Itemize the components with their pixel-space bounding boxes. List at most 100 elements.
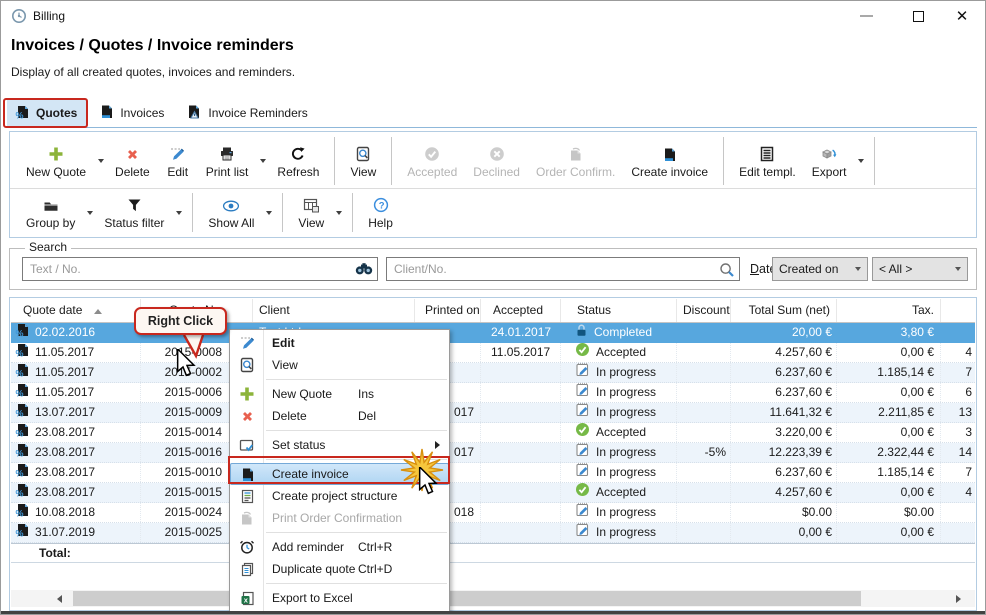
binoculars-icon[interactable]	[355, 262, 373, 281]
column-header-quote-date[interactable]: Quote date	[11, 299, 141, 322]
menu-item-new-quote[interactable]: New QuoteIns	[230, 383, 449, 405]
column-header-tax[interactable]: Tax.	[837, 299, 941, 322]
horizontal-scrollbar[interactable]	[11, 590, 975, 607]
refresh-button[interactable]: Refresh	[269, 134, 327, 188]
svg-text:%: %	[16, 111, 24, 120]
menu-item-duplicate-quote[interactable]: Duplicate quoteCtrl+D	[230, 558, 449, 580]
edit-templ-button[interactable]: Edit templ.	[731, 134, 804, 188]
scroll-left-button[interactable]	[51, 590, 68, 607]
delete-button[interactable]: Delete	[107, 134, 158, 188]
svg-text:%: %	[16, 329, 24, 338]
column-header-accepted[interactable]: Accepted	[481, 299, 561, 322]
dropdown-arrow-icon[interactable]	[172, 190, 185, 235]
check-circle-icon	[575, 483, 590, 502]
dropdown-arrow-icon[interactable]	[854, 134, 867, 188]
table-row[interactable]: %23.08.20172015-0010In progress6.237,60 …	[11, 463, 975, 483]
table-row[interactable]: %13.07.20172015-0009017In progress11.641…	[11, 403, 975, 423]
gray-doc-icon	[238, 509, 256, 527]
discount-cell	[677, 403, 731, 422]
menu-item-export-to-excel[interactable]: xExport to Excel	[230, 587, 449, 609]
table-row[interactable]: %31.07.20192015-0025In progress0,00 €0,0…	[11, 523, 975, 543]
template-doc-icon	[759, 144, 775, 162]
menu-separator	[266, 583, 447, 584]
column-header-client[interactable]: Client	[253, 299, 415, 322]
total-net-cell: 12.223,39 €	[731, 443, 837, 462]
pencil-icon	[238, 334, 256, 352]
view-button[interactable]: View	[342, 134, 384, 188]
invoice-doc-icon	[99, 104, 114, 122]
column-header-label: Printed on	[425, 303, 480, 317]
column-header-total-sum-net[interactable]: Total Sum (net)	[731, 299, 837, 322]
column-header-status[interactable]: Status	[561, 299, 677, 322]
refresh-icon	[290, 144, 306, 162]
callout-text: Right Click	[148, 314, 213, 328]
status-cell: In progress	[561, 443, 677, 462]
create-invoice-button[interactable]: Create invoice	[623, 134, 716, 188]
scroll-right-button[interactable]	[950, 590, 967, 607]
close-button[interactable]: ✕	[939, 1, 985, 31]
dropdown-arrow-icon[interactable]	[83, 190, 96, 235]
table-row[interactable]: %10.08.20182015-0024018In progress$0.00$…	[11, 503, 975, 523]
gross-cell: 7	[941, 463, 975, 482]
status-filter-button[interactable]: Status filter	[96, 190, 172, 235]
table-row[interactable]: %23.08.20172015-0014Accepted3.220,00 €0,…	[11, 423, 975, 443]
view-button[interactable]: View	[290, 190, 332, 235]
minimize-button[interactable]	[843, 1, 889, 31]
text-search-input[interactable]	[23, 258, 377, 280]
status-text: In progress	[596, 503, 656, 522]
table-row[interactable]: %23.08.20172015-0015Accepted4.257,60 €0,…	[11, 483, 975, 503]
copy-doc-icon	[238, 560, 256, 578]
maximize-icon	[913, 11, 924, 22]
dropdown-arrow-icon[interactable]	[332, 190, 345, 235]
button-label: Declined	[473, 165, 520, 179]
tab-quotes[interactable]: %Quotes	[7, 100, 87, 127]
gross-cell: 3	[941, 423, 975, 442]
tab-invoice-reminders[interactable]: Invoice Reminders	[178, 100, 317, 127]
dropdown-arrow-icon[interactable]	[262, 190, 275, 235]
dropdown-arrow-icon[interactable]	[94, 134, 107, 188]
client-search-input[interactable]	[387, 258, 739, 280]
menu-item-view[interactable]: View	[230, 354, 449, 376]
dropdown-arrow-icon[interactable]	[256, 134, 269, 188]
tab-invoices[interactable]: Invoices	[91, 100, 174, 127]
maximize-button[interactable]	[895, 1, 941, 31]
menu-item-delete[interactable]: DeleteDel	[230, 405, 449, 427]
magnifier-icon[interactable]	[719, 262, 735, 283]
quote-date-text: 02.02.2016	[35, 323, 95, 342]
quote-date-text: 11.05.2017	[35, 383, 94, 402]
table-row[interactable]: %11.05.20172015-0006In progress6.237,60 …	[11, 383, 975, 403]
column-header-printed-on[interactable]: Printed on	[415, 299, 481, 322]
edit-button[interactable]: Edit	[158, 134, 198, 188]
export-button[interactable]: Export	[804, 134, 855, 188]
menu-item-edit[interactable]: Edit	[230, 332, 449, 354]
page-subtitle: Display of all created quotes, invoices …	[11, 65, 295, 79]
help-button[interactable]: ?Help	[360, 190, 401, 235]
tax-cell: 2.322,44 €	[837, 443, 941, 462]
quote-doc-icon: %	[15, 423, 30, 442]
show-all-button[interactable]: Show All	[200, 190, 262, 235]
button-label: View	[298, 216, 324, 230]
scrollbar-thumb[interactable]	[73, 591, 861, 606]
group-by-button[interactable]: Group by	[18, 190, 83, 235]
gross-cell: 4	[941, 483, 975, 502]
button-label: Show All	[208, 216, 254, 230]
column-header-discount[interactable]: Discount	[677, 299, 731, 322]
table-row[interactable]: %11.05.20172015-000811.05.2017Accepted4.…	[11, 343, 975, 363]
table-row[interactable]: %23.08.20172015-0016017In progress-5%12.…	[11, 443, 975, 463]
svg-text:%: %	[16, 509, 24, 518]
menu-item-label: New Quote	[272, 387, 332, 401]
table-row[interactable]: %11.05.20172015-0002In progress6.237,60 …	[11, 363, 975, 383]
date-range-combo[interactable]: < All >	[872, 257, 968, 281]
accepted-cell	[481, 483, 561, 502]
discount-cell	[677, 423, 731, 442]
date-range-value: < All >	[879, 262, 955, 276]
quote-date-cell: %10.08.2018	[11, 503, 141, 522]
column-header-extra[interactable]	[941, 299, 975, 322]
menu-item-add-reminder[interactable]: Add reminderCtrl+R	[230, 536, 449, 558]
button-label: Edit	[167, 165, 188, 179]
print-list-button[interactable]: Print list	[198, 134, 257, 188]
date-field-combo[interactable]: Created on	[772, 257, 868, 281]
button-label: Create invoice	[631, 165, 708, 179]
new-quote-button[interactable]: New Quote	[18, 134, 94, 188]
quote-doc-icon: %	[15, 343, 30, 362]
